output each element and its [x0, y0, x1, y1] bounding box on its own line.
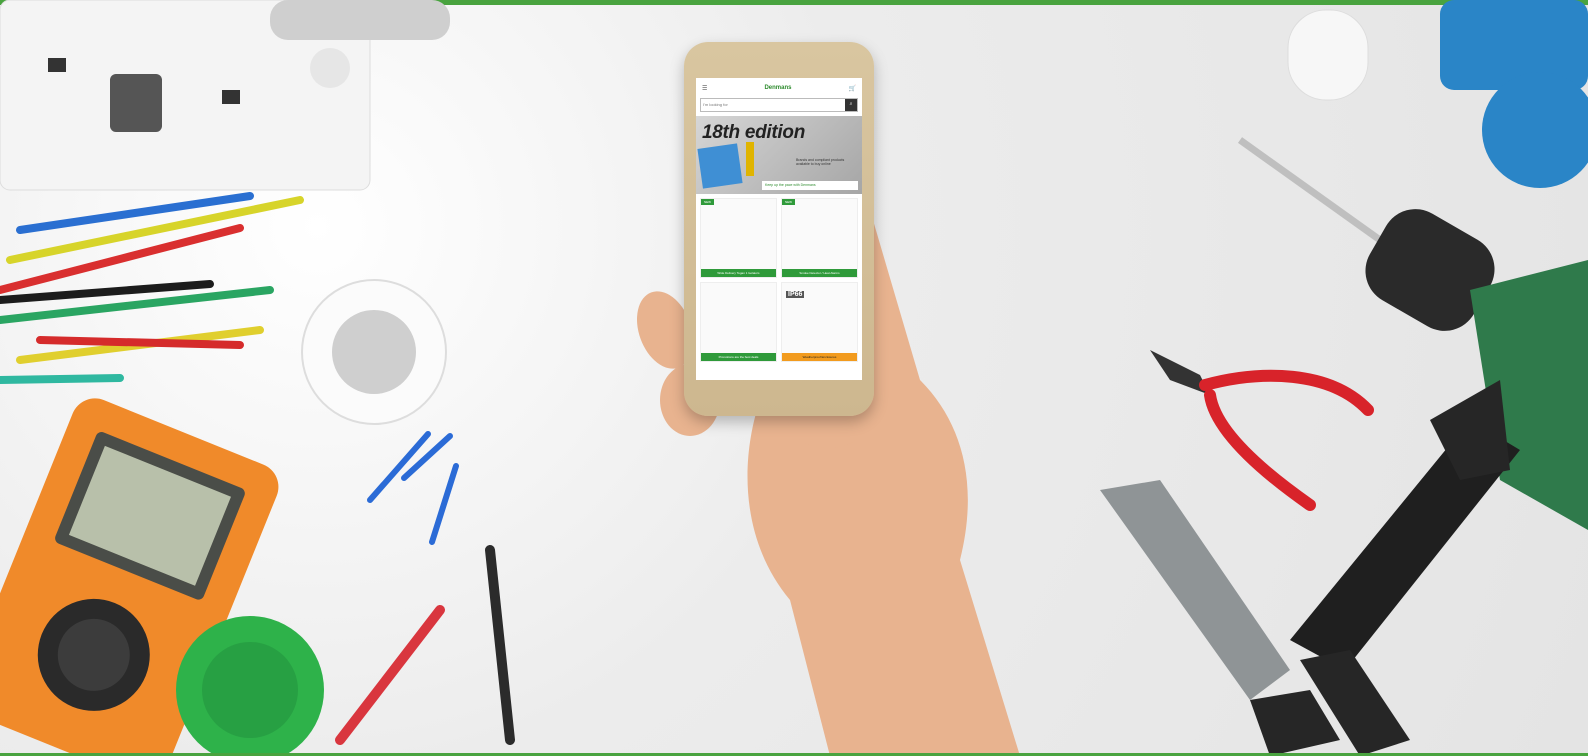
hamburger-menu-icon[interactable]: ☰ — [702, 85, 707, 92]
test-probe-black — [485, 545, 515, 745]
search-bar: I'm looking for ⌕ — [700, 98, 858, 112]
search-input[interactable]: I'm looking for — [701, 99, 845, 111]
crimp-connectors — [367, 431, 459, 545]
pliers — [1150, 350, 1374, 511]
promo-banner[interactable]: 18th edition Brands and compliant produc… — [696, 116, 862, 194]
tile-caption: Wide Delivery Tegan 1 Isolators — [701, 269, 776, 277]
product-tile-grid: NEW Wide Delivery Tegan 1 Isolators NEW … — [696, 194, 862, 366]
cart-icon[interactable]: 🛒 — [849, 85, 856, 92]
led-bulb — [1287, 9, 1369, 101]
new-badge: NEW — [782, 199, 795, 205]
product-tile[interactable]: NEW Wide Delivery Tegan 1 Isolators — [700, 198, 777, 278]
phone-screen: ☰ Denmans 🛒 I'm looking for ⌕ 18th editi… — [696, 78, 862, 380]
tile-caption: Smoke Detector / Heat Alarms — [782, 269, 857, 277]
cable-offcuts — [0, 192, 304, 384]
search-icon[interactable]: ⌕ — [845, 99, 857, 111]
site-logo[interactable]: Denmans — [764, 85, 791, 91]
product-tile[interactable]: NEW Smoke Detector / Heat Alarms — [781, 198, 858, 278]
drill-bit — [1237, 137, 1383, 243]
smartphone: ☰ Denmans 🛒 I'm looking for ⌕ 18th editi… — [684, 42, 874, 416]
ip-rating-label: IP66 — [786, 291, 805, 298]
banner-footer: Keep up the pace with Denmans — [762, 181, 858, 190]
new-badge: NEW — [701, 199, 714, 205]
tile-caption: Promotions are the best deals — [701, 353, 776, 361]
banner-tester-image — [746, 142, 754, 176]
hero-photo: ☰ Denmans 🛒 I'm looking for ⌕ 18th editi… — [0, 0, 1588, 756]
mobile-header: ☰ Denmans 🛒 — [696, 78, 862, 98]
banner-subtitle: Brands and compliant products available … — [796, 158, 845, 166]
power-drill — [1290, 209, 1588, 670]
product-tile[interactable]: Promotions are the best deals — [700, 282, 777, 362]
tile-caption: Weatherproof Enclosures — [782, 353, 857, 361]
banner-product-image — [697, 143, 743, 189]
back-box-blue — [1440, 0, 1588, 90]
banner-title: 18th edition — [702, 122, 806, 143]
product-tile[interactable]: IP66 Weatherproof Enclosures — [781, 282, 858, 362]
test-probe-red — [335, 605, 445, 745]
